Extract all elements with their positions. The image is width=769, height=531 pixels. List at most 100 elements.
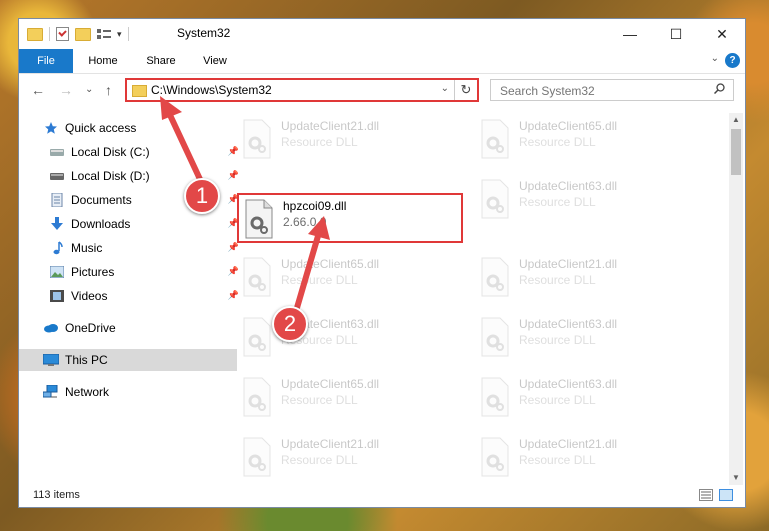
scrollbar-thumb[interactable] <box>731 129 741 175</box>
file-version: 2.66.0.0 <box>283 215 327 229</box>
sidebar-item-this-pc[interactable]: This PC <box>19 349 237 371</box>
sidebar-item-label: OneDrive <box>65 321 116 335</box>
sidebar-item-local-disk-c[interactable]: Local Disk (C:) 📌 <box>19 141 243 163</box>
file-list: UpdateClient21.dll Resource DLL hpzcoi09… <box>231 113 731 477</box>
cloud-icon <box>43 321 59 335</box>
properties-icon[interactable] <box>56 27 69 41</box>
sidebar-item-label: This PC <box>65 353 108 367</box>
dll-file-icon <box>481 257 509 297</box>
scroll-down-icon[interactable]: ▼ <box>729 471 743 485</box>
file-description: Resource DLL <box>519 195 596 209</box>
window-title: System32 <box>177 26 231 40</box>
callout-1: 1 <box>184 178 220 214</box>
tab-home[interactable]: Home <box>79 49 127 73</box>
file-item[interactable]: UpdateClient21.dll Resource DLL <box>237 115 463 165</box>
folder-icon <box>132 85 147 97</box>
sidebar-item-label: Videos <box>71 289 108 303</box>
search-icon[interactable] <box>713 83 725 97</box>
pictures-icon <box>49 265 65 279</box>
separator <box>49 27 50 41</box>
minimize-button[interactable]: — <box>607 19 653 49</box>
file-name: UpdateClient21.dll <box>519 257 618 271</box>
address-bar[interactable]: C:\Windows\System32 ⌄ ↻ <box>125 78 479 102</box>
explorer-window: ▾ System32 — ☐ ✕ File Home Share View ⌄ … <box>18 18 746 508</box>
file-name: UpdateClient63.dll <box>519 179 618 193</box>
file-item[interactable]: UpdateClient63.dll Resource DLL <box>475 175 701 225</box>
navigation-pane: Quick access Local Disk (C:) 📌 Local Dis… <box>19 113 239 473</box>
search-box[interactable] <box>490 79 734 101</box>
file-name: UpdateClient65.dll <box>519 119 618 133</box>
title-bar: ▾ System32 — ☐ ✕ <box>19 19 745 49</box>
back-button[interactable]: ← <box>31 82 45 98</box>
dll-file-icon <box>481 179 509 219</box>
callout-2: 2 <box>272 306 308 342</box>
maximize-button[interactable]: ☐ <box>653 19 699 49</box>
recent-locations-button[interactable]: ⌄ <box>85 84 93 95</box>
dll-file-icon <box>481 377 509 417</box>
dll-file-icon <box>245 199 273 239</box>
details-view-icon[interactable] <box>699 489 713 501</box>
sidebar-item-music[interactable]: Music 📌 <box>19 237 243 259</box>
music-icon <box>49 241 65 255</box>
sidebar-item-label: Music <box>71 241 103 255</box>
file-item[interactable]: UpdateClient63.dll Resource DLL <box>475 373 701 423</box>
file-item[interactable]: UpdateClient65.dll Resource DLL <box>237 253 463 303</box>
sidebar-item-label: Downloads <box>71 217 131 231</box>
refresh-button[interactable]: ↻ <box>454 80 477 100</box>
up-button[interactable]: ↑ <box>105 82 112 98</box>
file-description: Resource DLL <box>519 273 596 287</box>
file-item[interactable]: UpdateClient63.dll Resource DLL <box>237 313 463 363</box>
sidebar-item-pictures[interactable]: Pictures 📌 <box>19 261 243 283</box>
file-description: Resource DLL <box>519 453 596 467</box>
dll-file-icon <box>243 257 271 297</box>
network-icon <box>43 385 59 399</box>
dll-file-icon <box>243 437 271 477</box>
address-path[interactable]: C:\Windows\System32 <box>151 83 272 97</box>
star-icon <box>43 121 59 135</box>
file-description: Resource DLL <box>519 393 596 407</box>
computer-icon <box>43 353 59 367</box>
status-bar: 113 items <box>19 485 745 507</box>
tab-share[interactable]: Share <box>137 49 185 73</box>
file-item[interactable]: UpdateClient21.dll Resource DLL <box>237 433 463 483</box>
large-icons-view-icon[interactable] <box>719 489 733 501</box>
separator <box>127 27 129 41</box>
file-item[interactable]: UpdateClient65.dll Resource DLL <box>475 115 701 165</box>
sidebar-item-onedrive[interactable]: OneDrive <box>19 317 237 339</box>
file-item-hpzcoi09[interactable]: hpzcoi09.dll 2.66.0.0 <box>237 193 463 243</box>
file-item[interactable]: UpdateClient21.dll Resource DLL <box>475 433 701 483</box>
sidebar-item-network[interactable]: Network <box>19 381 237 403</box>
tab-file[interactable]: File <box>19 49 73 73</box>
videos-icon <box>49 289 65 303</box>
file-item[interactable]: UpdateClient21.dll Resource DLL <box>475 253 701 303</box>
scroll-up-icon[interactable]: ▲ <box>729 113 743 127</box>
file-name: UpdateClient21.dll <box>281 437 380 451</box>
tab-view[interactable]: View <box>193 49 237 73</box>
sidebar-item-label: Local Disk (D:) <box>71 169 150 183</box>
file-name: hpzcoi09.dll <box>283 199 347 213</box>
dll-file-icon <box>243 377 271 417</box>
chevron-down-icon[interactable]: ▾ <box>117 29 122 40</box>
file-item[interactable]: UpdateClient63.dll Resource DLL <box>475 313 701 363</box>
documents-icon <box>49 193 65 207</box>
file-description: Resource DLL <box>281 453 358 467</box>
sidebar-item-quick-access[interactable]: Quick access <box>19 117 237 139</box>
forward-button[interactable]: → <box>59 82 73 98</box>
new-folder-icon[interactable] <box>75 27 91 41</box>
vertical-scrollbar[interactable]: ▲ ▼ <box>729 113 743 485</box>
file-item[interactable]: UpdateClient65.dll Resource DLL <box>237 373 463 423</box>
sidebar-item-videos[interactable]: Videos 📌 <box>19 285 243 307</box>
sidebar-item-downloads[interactable]: Downloads 📌 <box>19 213 243 235</box>
ribbon: File Home Share View ⌄ ? <box>19 49 745 74</box>
chevron-down-icon[interactable]: ⌄ <box>441 83 449 94</box>
customize-icon[interactable] <box>97 28 111 40</box>
folder-icon <box>27 27 43 41</box>
file-name: UpdateClient63.dll <box>519 317 618 331</box>
file-name: UpdateClient63.dll <box>519 377 618 391</box>
help-button[interactable]: ? <box>725 53 740 68</box>
close-button[interactable]: ✕ <box>699 19 745 49</box>
file-description: Resource DLL <box>281 393 358 407</box>
file-name: UpdateClient65.dll <box>281 377 380 391</box>
chevron-down-icon[interactable]: ⌄ <box>711 53 719 64</box>
search-input[interactable] <box>498 81 702 101</box>
